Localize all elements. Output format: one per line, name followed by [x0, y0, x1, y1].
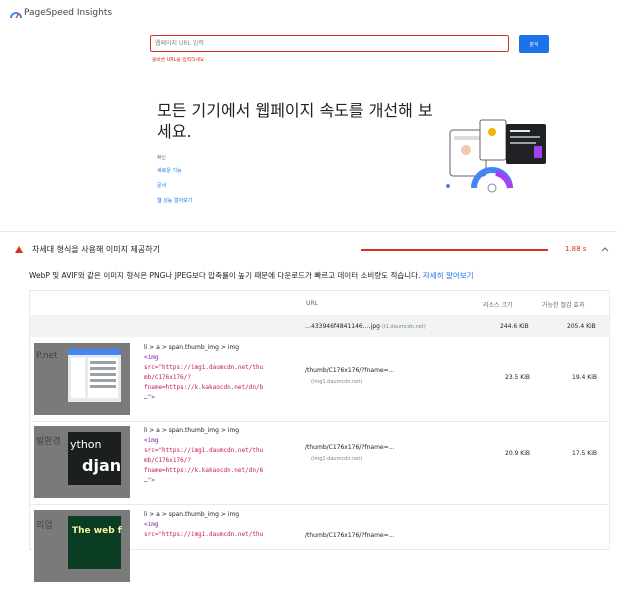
column-header-potential-savings: 가능한 절감 효과 — [542, 302, 585, 309]
table-row-summary: …433946f4841146….jpg (t1.daumcdn.net) 24… — [30, 315, 609, 337]
summary-url[interactable]: …433946f4841146….jpg (t1.daumcdn.net) — [305, 323, 426, 330]
summary-host: (t1.daumcdn.net) — [381, 324, 426, 330]
resource-url[interactable]: /thumb/C176x176/?fname=… — [305, 532, 395, 539]
node-path: li > a > span.thumb_img > img — [144, 427, 240, 434]
row-divider — [30, 504, 609, 505]
devices-illustration — [446, 119, 546, 193]
code-tag: <img — [144, 354, 159, 361]
node-path: li > a > span.thumb_img > img — [144, 511, 240, 518]
learn-more-link[interactable]: 자세히 알아보기 — [423, 271, 474, 280]
thumbnail-screenshot: ython djan — [68, 432, 121, 485]
chevron-up-icon[interactable] — [600, 244, 610, 254]
resource-size: 23.5 KiB — [505, 374, 530, 381]
code-line: mb/C176x176/? — [144, 374, 191, 381]
code-tag: <img — [144, 521, 159, 528]
url-error-message: 올바른 URL을 입력하세요 — [152, 58, 205, 63]
potential-savings: 19.4 KiB — [572, 374, 597, 381]
top-bar: PageSpeed Insights — [0, 0, 617, 28]
resource-host: (img1.daumcdn.net) — [311, 379, 363, 385]
app-title: PageSpeed Insights — [24, 8, 113, 18]
audit-modern-image-formats: 차세대 형식을 사용해 이미지 제공하기 1.88 s WebP 및 AVIF와… — [0, 231, 617, 582]
fail-triangle-icon — [15, 246, 23, 253]
potential-savings: 17.5 KiB — [572, 450, 597, 457]
node-snippet: li > a > span.thumb_img > img <img src="… — [144, 510, 296, 540]
table-row: 리업 The web f li > a > span.thumb_img > i… — [30, 508, 609, 590]
url-input[interactable] — [150, 35, 509, 52]
thumbnail-text: P.net — [36, 351, 58, 361]
node-path: li > a > span.thumb_img > img — [144, 344, 240, 351]
code-line: src="https://img1.daumcdn.net/thu — [144, 531, 264, 538]
column-header-url: URL — [306, 300, 318, 307]
savings-bar — [361, 249, 548, 251]
hero-title: 모든 기기에서 웹페이지 속도를 개선해 보세요. — [157, 101, 433, 141]
audit-description: WebP 및 AVIF와 같은 이미지 형식은 PNG나 JPEG보다 압축률이… — [29, 270, 614, 281]
thumbnail-screenshot — [68, 349, 121, 402]
pagespeed-logo-icon — [10, 12, 22, 19]
summary-url-text: …433946f4841146….jpg — [305, 323, 380, 330]
audit-savings: 1.88 s — [565, 245, 587, 253]
whats-new-link[interactable]: 새로운 기능 — [157, 167, 182, 174]
summary-size: 244.6 KiB — [500, 323, 529, 330]
image-thumbnail: 리업 The web f — [34, 510, 130, 582]
summary-savings: 205.4 KiB — [567, 323, 596, 330]
code-tag: <img — [144, 437, 159, 444]
image-thumbnail: 발환경 ython djan — [34, 426, 130, 498]
code-line: fname=https://k.kakaocdn.net/dn/6 — [144, 467, 264, 474]
resource-url[interactable]: /thumb/C176x176/?fname=… — [305, 367, 395, 374]
resource-url[interactable]: /thumb/C176x176/?fname=… — [305, 444, 395, 451]
details-table: URL 리소스 크기 가능한 절감 효과 …433946f4841146….jp… — [29, 290, 610, 582]
info-label: 확인 — [157, 156, 166, 161]
code-end: …"> — [144, 477, 155, 484]
analyze-button[interactable]: 분석 — [519, 35, 549, 53]
thumbnail-text: 발환경 — [36, 437, 61, 447]
audit-description-text: WebP 및 AVIF와 같은 이미지 형식은 PNG나 JPEG보다 압축률이… — [29, 271, 421, 280]
row-divider — [30, 421, 609, 422]
resource-size: 20.9 KiB — [505, 450, 530, 457]
resource-host: (img1.daumcdn.net) — [311, 456, 363, 462]
column-header-resource-size: 리소스 크기 — [483, 302, 513, 309]
thumbnail-text: 리업 — [36, 521, 53, 531]
audit-title: 차세대 형식을 사용해 이미지 제공하기 — [32, 245, 160, 254]
code-line: src="https://img1.daumcdn.net/thu — [144, 447, 264, 454]
documentation-link[interactable]: 문서 — [157, 182, 166, 189]
code-end: …"> — [144, 394, 155, 401]
learn-web-performance-link[interactable]: 웹 성능 알아보기 — [157, 197, 192, 204]
image-thumbnail: P.net — [34, 343, 130, 415]
code-line: mb/C176x176/? — [144, 457, 191, 464]
table-row: P.net li > a > span.thumb_img > img <img… — [30, 341, 609, 423]
thumbnail-inner-text-top: ython — [70, 438, 102, 451]
node-snippet: li > a > span.thumb_img > img <img src="… — [144, 343, 296, 403]
node-snippet: li > a > span.thumb_img > img <img src="… — [144, 426, 296, 486]
thumbnail-screenshot: The web f — [68, 516, 122, 569]
code-line: src="https://img1.daumcdn.net/thu — [144, 364, 264, 371]
code-line: fname=https://k.kakaocdn.net/dn/b — [144, 384, 264, 391]
thumbnail-inner-text-bottom: djan — [82, 456, 122, 475]
thumbnail-inner-text-top: The web f — [72, 526, 122, 536]
table-row: 발환경 ython djan li > a > span.thumb_img >… — [30, 424, 609, 506]
audit-header[interactable]: 차세대 형식을 사용해 이미지 제공하기 1.88 s — [0, 232, 617, 264]
